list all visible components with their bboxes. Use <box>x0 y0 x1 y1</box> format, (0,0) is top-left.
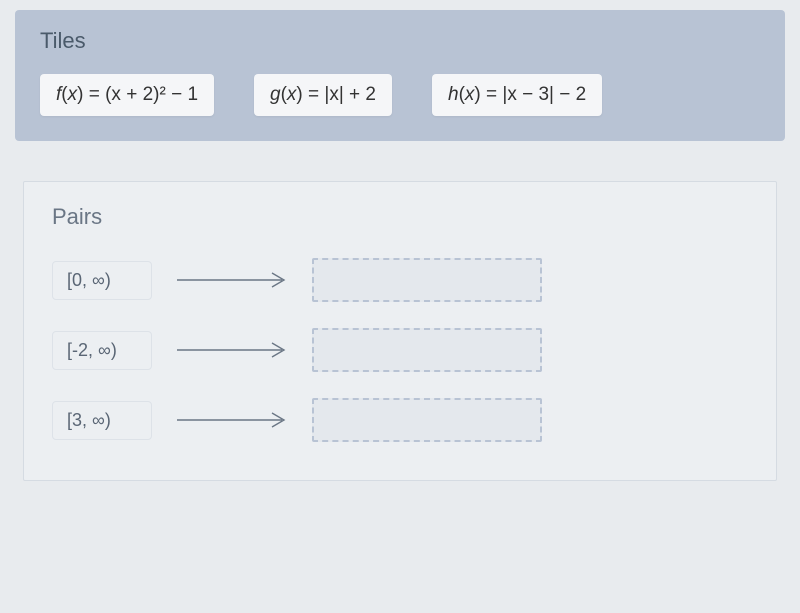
pair-label-2: [3, ∞) <box>52 401 152 440</box>
tiles-heading: Tiles <box>40 28 760 54</box>
tiles-row: f(x) = (x + 2)² − 1 g(x) = |x| + 2 h(x) … <box>40 74 760 116</box>
tile-g[interactable]: g(x) = |x| + 2 <box>254 74 392 116</box>
arrow-icon <box>152 410 312 430</box>
tile-f[interactable]: f(x) = (x + 2)² − 1 <box>40 74 214 116</box>
tile-expr: |x| + 2 <box>324 84 376 105</box>
pair-row: [0, ∞) <box>52 258 748 302</box>
pairs-heading: Pairs <box>52 204 748 230</box>
drop-zone-1[interactable] <box>312 328 542 372</box>
arrow-icon <box>152 270 312 290</box>
tile-expr: (x + 2)² − 1 <box>105 84 198 105</box>
pair-row: [-2, ∞) <box>52 328 748 372</box>
tiles-section: Tiles f(x) = (x + 2)² − 1 g(x) = |x| + 2… <box>15 10 785 141</box>
arrow-icon <box>152 340 312 360</box>
drop-zone-2[interactable] <box>312 398 542 442</box>
pair-label-1: [-2, ∞) <box>52 331 152 370</box>
tile-fn-letter: g <box>270 84 281 105</box>
tile-h[interactable]: h(x) = |x − 3| − 2 <box>432 74 602 116</box>
drop-zone-0[interactable] <box>312 258 542 302</box>
pair-row: [3, ∞) <box>52 398 748 442</box>
tile-fn-letter: f <box>56 84 61 105</box>
tile-fn-letter: h <box>448 84 459 105</box>
tile-expr: |x − 3| − 2 <box>502 84 586 105</box>
pairs-section: Pairs [0, ∞) [-2, ∞) [3, ∞) <box>23 181 777 481</box>
pair-label-0: [0, ∞) <box>52 261 152 300</box>
